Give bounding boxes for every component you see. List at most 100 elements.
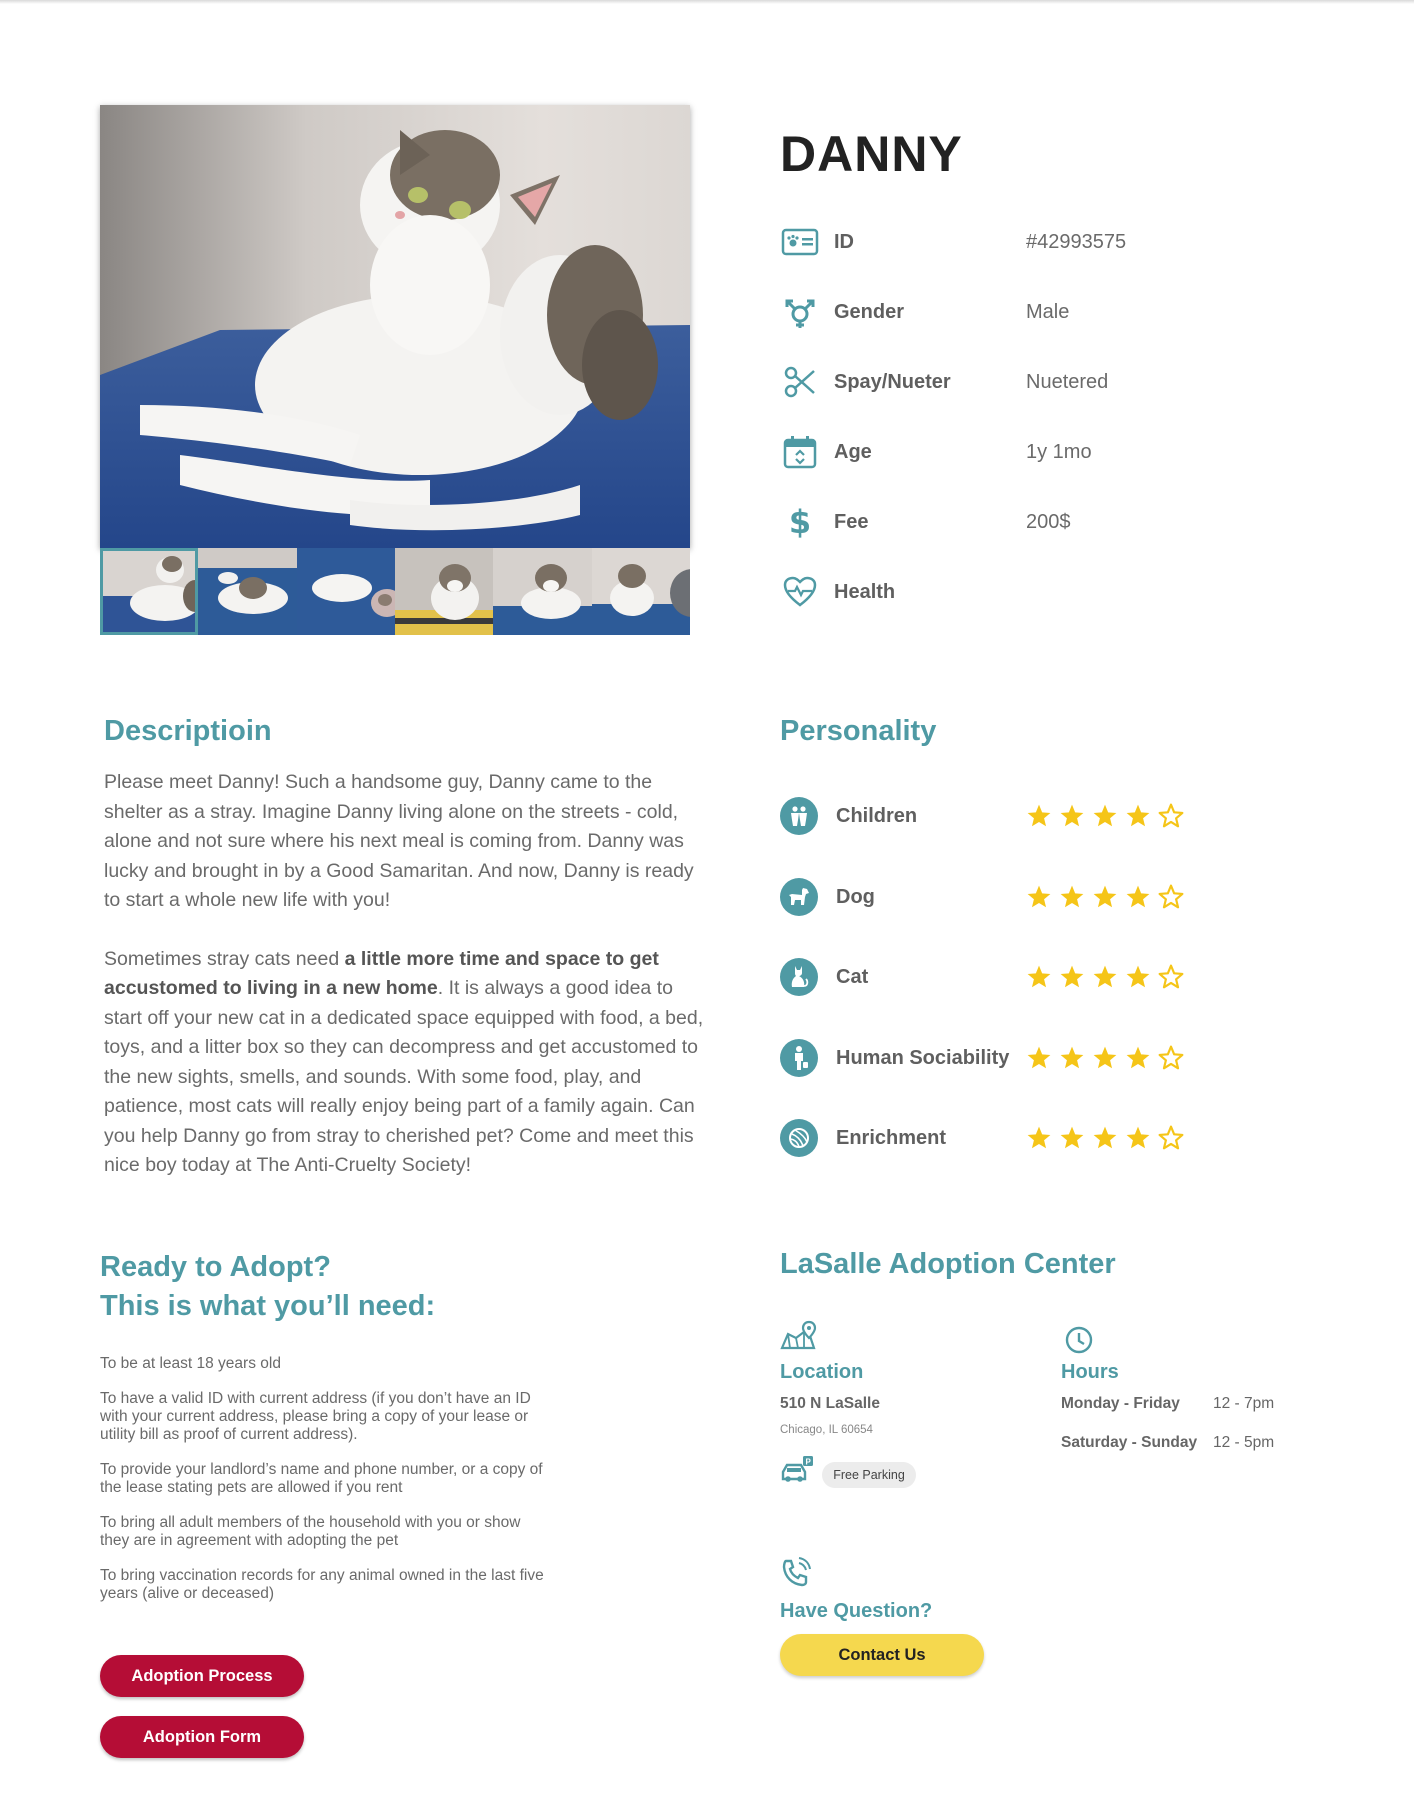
star-filled-icon bbox=[1126, 1046, 1150, 1069]
photo-thumbnail[interactable] bbox=[493, 548, 592, 635]
personality-row-cat: Cat bbox=[780, 957, 1200, 997]
question-heading: Have Question? bbox=[780, 1600, 933, 1622]
info-label: Age bbox=[834, 440, 872, 463]
info-value: Nuetered bbox=[1026, 370, 1109, 393]
photo-thumbnail-strip bbox=[100, 548, 690, 635]
info-label: Health bbox=[834, 580, 896, 603]
personality-row-children: Children bbox=[780, 796, 1200, 836]
human-icon bbox=[780, 1039, 818, 1077]
info-row-spay-neuter: Spay/Nueter Nuetered bbox=[780, 362, 1340, 402]
requirement-item: To bring vaccination records for any ani… bbox=[100, 1567, 544, 1602]
calendar-icon bbox=[780, 432, 820, 472]
star-rating bbox=[1026, 884, 1184, 910]
star-filled-icon bbox=[1126, 965, 1150, 988]
address-line1: 510 N LaSalle bbox=[780, 1395, 880, 1412]
photo-thumbnail[interactable] bbox=[591, 548, 690, 635]
star-empty-icon bbox=[1158, 964, 1184, 989]
personality-row-dog: Dog bbox=[780, 877, 1200, 917]
star-empty-icon bbox=[1158, 1045, 1184, 1070]
description-text-span: . It is always a good idea to start off … bbox=[104, 977, 704, 1176]
star-filled-icon bbox=[1060, 1126, 1084, 1149]
adopt-heading-line: Ready to Adopt? bbox=[100, 1251, 331, 1283]
star-filled-icon bbox=[1027, 1046, 1051, 1069]
info-value: 1y 1mo bbox=[1026, 440, 1092, 463]
info-row-id: ID #42993575 bbox=[780, 222, 1340, 262]
info-value: #42993575 bbox=[1026, 230, 1127, 253]
star-filled-icon bbox=[1060, 804, 1084, 827]
personality-row-enrichment: Enrichment bbox=[780, 1118, 1200, 1158]
info-label: Gender bbox=[834, 300, 905, 323]
phone-icon bbox=[780, 1557, 812, 1594]
star-filled-icon bbox=[1027, 804, 1051, 827]
star-rating bbox=[1026, 803, 1184, 829]
adoption-form-button[interactable]: Adoption Form bbox=[100, 1716, 304, 1758]
info-label: Fee bbox=[834, 510, 869, 533]
hours-row: Monday - Friday 12 - 7pm bbox=[1061, 1395, 1274, 1413]
center-heading: LaSalle Adoption Center bbox=[780, 1248, 1116, 1280]
star-filled-icon bbox=[1027, 885, 1051, 908]
star-empty-icon bbox=[1158, 803, 1184, 828]
star-rating bbox=[1026, 1045, 1184, 1071]
hours-day: Monday - Friday bbox=[1061, 1395, 1180, 1412]
personality-label: Dog bbox=[836, 885, 875, 908]
dollar-icon: $ bbox=[788, 503, 812, 541]
description-text-span: Sometimes stray cats need bbox=[104, 947, 345, 970]
pet-main-photo[interactable] bbox=[100, 105, 690, 548]
requirement-item: To have a valid ID with current address … bbox=[100, 1390, 531, 1443]
info-row-gender: Gender Male bbox=[780, 292, 1340, 332]
star-filled-icon bbox=[1093, 1046, 1117, 1069]
dog-icon bbox=[780, 878, 818, 916]
yarn-ball-icon bbox=[780, 1119, 818, 1157]
star-filled-icon bbox=[1093, 885, 1117, 908]
description-heading: Descriptioin bbox=[104, 715, 272, 747]
info-value: 200$ bbox=[1026, 510, 1071, 533]
photo-thumbnail[interactable] bbox=[296, 548, 395, 635]
star-rating bbox=[1026, 1125, 1184, 1151]
personality-row-human-sociability: Human Sociability bbox=[780, 1038, 1200, 1078]
scissors-icon bbox=[780, 362, 820, 402]
hours-heading: Hours bbox=[1061, 1361, 1119, 1383]
pet-name: DANNY bbox=[780, 126, 963, 182]
hours-day: Saturday - Sunday bbox=[1061, 1434, 1198, 1451]
personality-label: Human Sociability bbox=[836, 1046, 1010, 1069]
adoption-process-button[interactable]: Adoption Process bbox=[100, 1655, 304, 1697]
id-card-paw-icon bbox=[780, 222, 820, 262]
star-rating bbox=[1026, 964, 1184, 990]
info-label: Spay/Nueter bbox=[834, 370, 951, 393]
star-filled-icon bbox=[1093, 804, 1117, 827]
photo-thumbnail[interactable] bbox=[394, 548, 494, 635]
info-value: Male bbox=[1026, 300, 1070, 323]
personality-label: Cat bbox=[836, 965, 869, 988]
star-filled-icon bbox=[1060, 885, 1084, 908]
personality-label: Children bbox=[836, 804, 918, 827]
description-paragraph: Please meet Danny! Such a handsome guy, … bbox=[104, 771, 694, 911]
star-empty-icon bbox=[1158, 884, 1184, 909]
star-filled-icon bbox=[1027, 965, 1051, 988]
car-parking-icon: P bbox=[780, 1455, 814, 1490]
star-filled-icon bbox=[1126, 1126, 1150, 1149]
requirement-item: To provide your landlord’s name and phon… bbox=[100, 1461, 543, 1496]
requirement-item: To be at least 18 years old bbox=[100, 1355, 281, 1372]
adopt-heading: Ready to Adopt? This is what you’ll need… bbox=[100, 1248, 435, 1326]
svg-text:P: P bbox=[806, 1458, 812, 1467]
hours-time: 12 - 5pm bbox=[1213, 1434, 1275, 1451]
photo-thumbnail[interactable] bbox=[198, 548, 297, 635]
info-row-age: Age 1y 1mo bbox=[780, 432, 1340, 472]
hours-time: 12 - 7pm bbox=[1213, 1395, 1275, 1412]
hours-row: Saturday - Sunday 12 - 5pm bbox=[1061, 1434, 1274, 1452]
info-row-fee: $ Fee 200$ bbox=[780, 502, 1340, 542]
star-filled-icon bbox=[1126, 804, 1150, 827]
cat-icon bbox=[780, 958, 818, 996]
address-line2: Chicago, IL 60654 bbox=[780, 1424, 873, 1436]
children-icon bbox=[780, 797, 818, 835]
star-filled-icon bbox=[1126, 885, 1150, 908]
photo-thumbnail[interactable] bbox=[100, 548, 199, 635]
free-parking-badge: Free Parking bbox=[822, 1462, 916, 1488]
description-text: Please meet Danny! Such a handsome guy, … bbox=[104, 768, 704, 1210]
top-shadow-bar bbox=[0, 0, 1414, 4]
info-row-health: Health bbox=[780, 572, 1340, 612]
description-paragraph: Sometimes stray cats need a little more … bbox=[104, 945, 704, 1181]
star-filled-icon bbox=[1060, 1046, 1084, 1069]
star-empty-icon bbox=[1158, 1125, 1184, 1150]
contact-us-button[interactable]: Contact Us bbox=[780, 1634, 984, 1676]
